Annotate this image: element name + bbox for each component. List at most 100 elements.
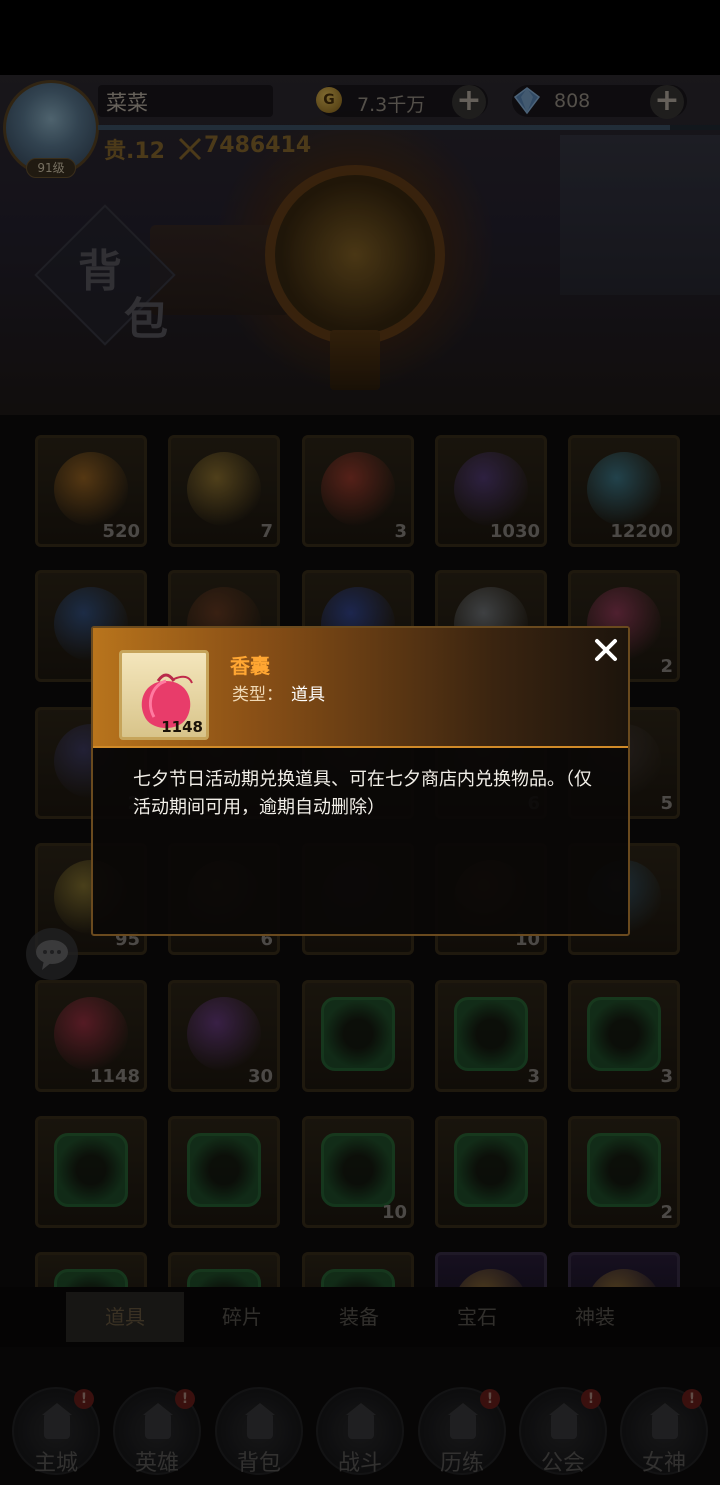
hero-icon (143, 1403, 173, 1439)
inventory-slot[interactable]: 12200 (568, 435, 680, 547)
item-count: 2 (660, 1202, 673, 1223)
notification-badge: ! (581, 1389, 601, 1409)
inventory-slot[interactable]: 3 (302, 435, 414, 547)
nav-item-3[interactable]: 背包 (215, 1387, 305, 1479)
nav-label: 英雄 (134, 1451, 179, 1476)
crossed-swords-icon (346, 1403, 376, 1439)
item-count: 7 (260, 521, 273, 542)
rune-emblem-icon (454, 1133, 528, 1207)
inventory-slot[interactable]: 3 (568, 980, 680, 1092)
item-count: 12200 (610, 521, 673, 542)
chat-button[interactable] (26, 928, 78, 980)
rune-emblem-icon (54, 1133, 128, 1207)
nav-item-6[interactable]: 公会! (519, 1387, 609, 1479)
item-type-value: 道具 (291, 685, 325, 705)
purple-ore-icon (454, 452, 528, 526)
inventory-slot[interactable] (35, 1116, 147, 1228)
item-count: 5 (660, 793, 673, 814)
nav-item-5[interactable]: 历练! (418, 1387, 508, 1479)
purple-shard-icon (187, 997, 261, 1071)
tab-divine-gear[interactable]: 神装 (536, 1292, 654, 1342)
vip-level: 贵.12 (104, 139, 165, 164)
map-icon (448, 1403, 478, 1439)
sachet-icon (54, 997, 128, 1071)
item-count: 3 (527, 1066, 540, 1087)
gold-value: 7.3千万 (357, 94, 426, 116)
item-description: 七夕节日活动期兑换道具、可在七夕商店内兑换物品。（仅活动期间可用，逾期自动删除） (133, 769, 592, 818)
background-globe (265, 165, 445, 345)
inventory-slot[interactable]: 1030 (435, 435, 547, 547)
rune-emblem-icon (587, 1133, 661, 1207)
rune-emblem-icon (321, 1133, 395, 1207)
add-gem-button[interactable]: + (650, 85, 684, 119)
item-count: 30 (247, 1066, 273, 1087)
item-name: 香囊 (230, 654, 270, 678)
potion-vial-icon (587, 452, 661, 526)
inventory-slot[interactable]: 1148 (35, 980, 147, 1092)
inventory-slot[interactable]: 2 (568, 1116, 680, 1228)
inventory-slot[interactable] (168, 1116, 280, 1228)
page-title-char-1: 背 (78, 246, 122, 297)
nav-label: 战斗 (337, 1451, 382, 1476)
item-count: 10 (381, 1202, 407, 1223)
item-count: 3 (660, 1066, 673, 1087)
mooncake-icon (54, 452, 128, 526)
inventory-slot[interactable]: 7 (168, 435, 280, 547)
nav-item-1[interactable]: 主城! (12, 1387, 102, 1479)
player-level-badge: 91级 (26, 158, 76, 178)
notification-badge: ! (480, 1389, 500, 1409)
item-count: 3 (394, 521, 407, 542)
nav-label: 公会 (540, 1451, 585, 1476)
inventory-slot[interactable]: 30 (168, 980, 280, 1092)
guild-shield-icon (549, 1403, 579, 1439)
castle-icon (42, 1403, 72, 1439)
status-bar (0, 0, 720, 75)
nav-item-4[interactable]: 战斗 (316, 1387, 406, 1479)
goddess-icon (650, 1403, 680, 1439)
nav-label: 主城 (33, 1451, 78, 1476)
nav-label: 背包 (236, 1451, 281, 1476)
page-title: 背 包 (34, 204, 176, 355)
item-count: 1030 (489, 521, 540, 542)
background-window (560, 135, 720, 295)
rune-emblem-icon (454, 997, 528, 1071)
tab-fragments[interactable]: 碎片 (183, 1292, 301, 1342)
item-tooltip-count: 1148 (161, 718, 203, 736)
gold-coin-icon: G (316, 87, 342, 113)
close-icon[interactable] (590, 634, 622, 666)
inventory-slot[interactable]: 10 (302, 1116, 414, 1228)
gem-value: 808 (554, 90, 591, 112)
bottom-nav: 主城! 英雄! 背包 战斗 历练! 公会! 女神! (0, 1347, 720, 1485)
tab-items[interactable]: 道具 (66, 1292, 184, 1342)
player-name: 菜菜 (106, 91, 148, 115)
combat-power-value: 7486414 (204, 133, 312, 158)
exp-progress-bar (98, 125, 720, 130)
backpack-icon (245, 1403, 275, 1439)
item-tooltip: 1148 香囊 类型： 道具 七夕节日活动期兑换道具、可在七夕商店内兑换物品。（… (91, 626, 630, 936)
item-count: 1148 (89, 1066, 140, 1087)
nav-item-2[interactable]: 英雄! (113, 1387, 203, 1479)
tab-equipment[interactable]: 装备 (300, 1292, 418, 1342)
nav-label: 历练 (439, 1451, 484, 1476)
notification-badge: ! (74, 1389, 94, 1409)
item-count: 520 (102, 521, 140, 542)
red-crystal-icon (321, 452, 395, 526)
chat-bubble-icon (36, 940, 68, 970)
item-type-label: 类型： (232, 685, 283, 705)
item-count: 2 (660, 656, 673, 677)
tab-gems[interactable]: 宝石 (418, 1292, 536, 1342)
nav-label: 女神 (641, 1451, 686, 1476)
golden-key-icon (187, 452, 261, 526)
inventory-slot[interactable]: 3 (435, 980, 547, 1092)
add-gold-button[interactable]: + (452, 85, 486, 119)
header-banner: 91级 菜菜 G 7.3千万 + 808 + 贵.12 7486414 背 包 (0, 75, 720, 415)
background-globe-stand (330, 330, 380, 390)
inventory-slot[interactable] (435, 1116, 547, 1228)
notification-badge: ! (682, 1389, 702, 1409)
inventory-slot[interactable]: 520 (35, 435, 147, 547)
rune-emblem-icon (321, 997, 395, 1071)
notification-badge: ! (175, 1389, 195, 1409)
inventory-slot[interactable] (302, 980, 414, 1092)
nav-item-7[interactable]: 女神! (620, 1387, 710, 1479)
diamond-gem-icon (513, 87, 541, 115)
